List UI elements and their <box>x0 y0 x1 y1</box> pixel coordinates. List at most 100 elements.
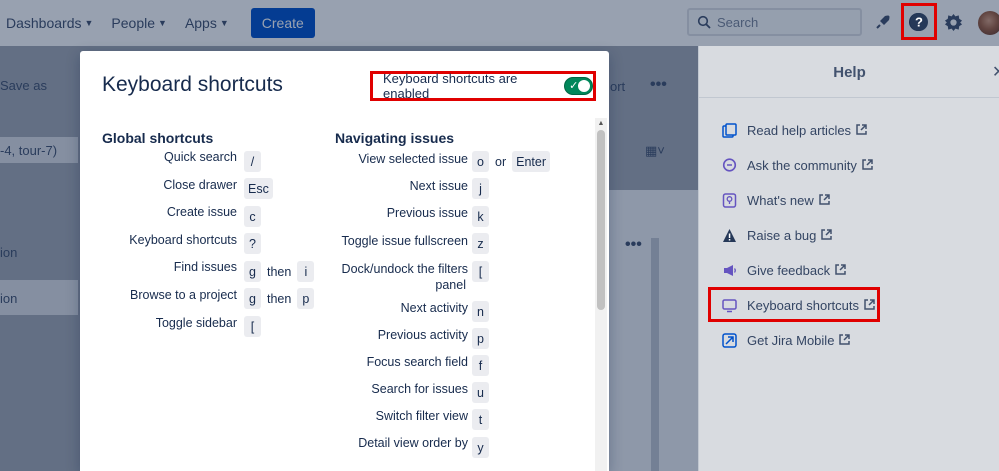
shortcut-label: View selected issue <box>358 152 468 166</box>
shortcut-label: Toggle issue fullscreen <box>341 234 468 248</box>
shortcut-label: Toggle sidebar <box>155 316 237 330</box>
help-item-label: Raise a bug <box>747 228 817 243</box>
help-item-get-jira-mobile[interactable]: Get Jira Mobile <box>721 332 851 349</box>
shortcut-label: Find issues <box>173 260 237 274</box>
warning-icon <box>721 227 738 244</box>
key: o <box>472 151 489 172</box>
shortcut-keys-previous-activity: p <box>466 328 489 349</box>
shortcut-row-previous-activity: Previous activity <box>378 328 468 342</box>
shortcut-row-quick-search: Quick search <box>164 150 237 164</box>
shortcut-row-search-issues: Search for issues <box>371 382 468 396</box>
key: / <box>244 151 261 172</box>
megaphone-icon <box>721 262 738 279</box>
shortcut-row-toggle-fullscreen: Toggle issue fullscreen <box>342 234 468 248</box>
chat-icon <box>721 157 738 174</box>
shortcut-keys-browse-project: g then p <box>238 288 315 309</box>
toggle-knob <box>578 80 590 92</box>
navigating-issues-title: Navigating issues <box>335 130 455 146</box>
scroll-up-icon[interactable]: ▲ <box>595 120 607 127</box>
shortcut-keys-focus-search: f <box>466 355 489 376</box>
shortcut-label: Search for issues <box>371 382 468 396</box>
shortcut-keys-view-selected: o or Enter <box>466 151 551 172</box>
key: p <box>297 288 315 309</box>
key: j <box>472 178 489 199</box>
key: g <box>244 288 261 309</box>
toggle-label: Keyboard shortcuts are enabled <box>383 71 518 101</box>
key: Esc <box>244 178 273 199</box>
send-icon <box>721 332 738 349</box>
help-item-give-feedback[interactable]: Give feedback <box>721 262 846 279</box>
help-panel: Help ✕ Read help articles Ask the commun… <box>698 46 999 471</box>
key: u <box>472 382 489 403</box>
shortcut-row-toggle-sidebar: Toggle sidebar <box>156 316 237 330</box>
key-separator: then <box>267 264 292 279</box>
help-title: Help <box>833 64 866 81</box>
shortcut-keys-keyboard-shortcuts: ? <box>238 233 261 254</box>
key: p <box>472 328 489 349</box>
shortcut-row-view-selected: View selected issue <box>358 152 468 166</box>
shortcut-row-close-drawer: Close drawer <box>163 178 237 192</box>
shortcut-label-line2: panel <box>435 278 466 292</box>
shortcuts-toggle-highlight: Keyboard shortcuts are enabled ✓ <box>370 71 596 101</box>
shortcut-label: Dock/undock the filters <box>341 262 468 276</box>
shortcuts-enabled-toggle[interactable]: ✓ <box>564 77 593 95</box>
external-link-icon <box>839 333 851 348</box>
key: Enter <box>512 151 551 172</box>
keyboard-shortcuts-modal: Keyboard shortcuts Keyboard shortcuts ar… <box>80 51 609 471</box>
shortcut-label: Previous issue <box>386 206 468 220</box>
shortcut-label: Next issue <box>409 179 468 193</box>
key-separator: or <box>495 154 507 169</box>
external-link-icon <box>862 158 873 173</box>
help-item-whats-new[interactable]: What's new <box>721 192 830 209</box>
shortcut-keys-toggle-fullscreen: z <box>466 233 489 254</box>
key: c <box>244 206 261 227</box>
shortcut-keys-toggle-sidebar: [ <box>238 316 261 337</box>
key: ? <box>244 233 261 254</box>
external-link-icon <box>819 193 830 208</box>
shortcut-row-focus-search: Focus search field <box>367 355 468 369</box>
key: z <box>472 233 489 254</box>
external-link-icon <box>821 228 833 243</box>
svg-text:?: ? <box>915 15 923 30</box>
document-icon <box>721 122 738 139</box>
shortcut-keys-create-issue: c <box>238 206 261 227</box>
help-item-ask-community[interactable]: Ask the community <box>721 157 873 174</box>
help-icon-overlay[interactable]: ? <box>908 11 930 33</box>
lightbulb-icon <box>721 192 738 209</box>
shortcut-label: Focus search field <box>366 355 468 369</box>
shortcut-row-detail-order-by: Detail view order by <box>358 436 468 450</box>
help-item-read-articles[interactable]: Read help articles <box>721 122 867 139</box>
key: n <box>472 301 489 322</box>
shortcut-label: Previous activity <box>377 328 468 342</box>
close-icon[interactable]: ✕ <box>992 62 999 82</box>
help-divider <box>699 97 999 98</box>
modal-scrollbar[interactable]: ▲ <box>595 118 607 471</box>
shortcut-keys-detail-order-by: y <box>466 437 489 458</box>
shortcut-keys-previous-issue: k <box>466 206 489 227</box>
check-icon: ✓ <box>569 80 579 92</box>
shortcut-label: Detail view order by <box>358 436 468 450</box>
help-item-label: Read help articles <box>747 123 852 138</box>
key: g <box>244 261 261 282</box>
help-item-label: Give feedback <box>747 263 831 278</box>
key: k <box>472 206 489 227</box>
shortcut-keys-switch-filter-view: t <box>466 409 489 430</box>
shortcut-row-find-issues: Find issues <box>174 260 237 274</box>
shortcut-row-next-activity: Next activity <box>401 301 468 315</box>
shortcut-keys-next-issue: j <box>466 178 489 199</box>
shortcut-keys-close-drawer: Esc <box>238 178 273 199</box>
key: f <box>472 355 489 376</box>
external-link-icon <box>835 263 846 278</box>
key: [ <box>244 316 261 337</box>
help-item-raise-bug[interactable]: Raise a bug <box>721 227 833 244</box>
key: i <box>297 261 315 282</box>
help-item-label: Ask the community <box>747 158 857 173</box>
shortcut-row-browse-project: Browse to a project <box>130 288 237 302</box>
scroll-thumb[interactable] <box>597 130 605 310</box>
shortcut-keys-dock-filters: [ <box>466 261 489 282</box>
shortcut-row-switch-filter-view: Switch filter view <box>376 409 468 423</box>
help-item-keyboard-shortcuts[interactable]: Keyboard shortcuts <box>721 297 875 314</box>
keyboard-icon <box>721 297 738 314</box>
shortcut-row-previous-issue: Previous issue <box>387 206 468 220</box>
help-item-label: What's new <box>747 193 814 208</box>
